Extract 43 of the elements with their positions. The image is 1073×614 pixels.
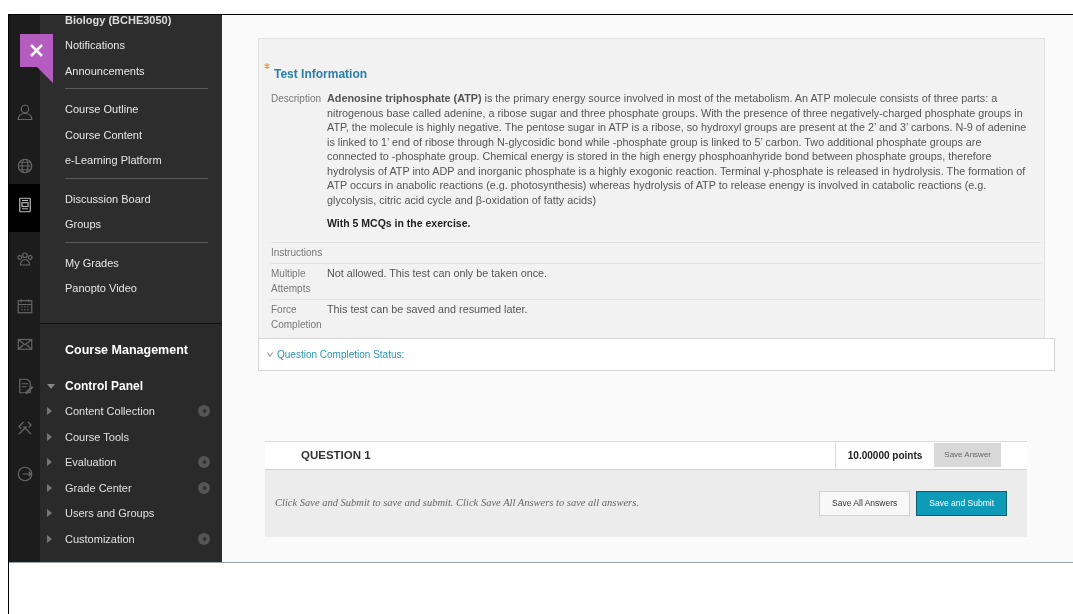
nav-link[interactable]: e-Learning Platform: [65, 148, 208, 174]
nav-link[interactable]: Course Outline: [65, 97, 208, 123]
save-answer-button[interactable]: Save Answer: [934, 443, 1001, 468]
description-text: Adenosine triphosphate (ATP) is the primary energy source involved in most of the metabolism. An ATP molecule consists of three parts: a nitrogenous base called adenine, a ribose sugar and three phosphate groups. With the presence of three negatively-charged phosphate groups in ATP, the molecule is highly negative. The pentose sugar in ATP is a ribose, so hydroxyl groups are present at the 2’ and 3’ carbons. N-9 of adenine is linked to 1’ end of ribose through N-glycosidic bond while -phosphate group is linked to 5’ carbon. Two additional phosphate groups are connected to -phosphate group. Chemical energy is stored in the high energy phosphoanhyride bond between phosphate groups, therefore hydrolysis of ATP into ADP and inorganic phosphate is a highly exogonic reaction. Terminal γ-phosphate is released in hydrolysis. The formation of ATP occurs in anabolic reactions (e.g. photosynthesis) whereas hydrolysis of ATP to release enengy is involved in catabolic reactions (e.g. glycolysis, citric acid cycle and β-oxidation of fatty acids): [327, 91, 1028, 207]
nav-link[interactable]: Discussion Board: [65, 186, 208, 212]
status-link[interactable]: Question Completion Status:: [277, 346, 405, 362]
calendar-icon[interactable]: [16, 297, 34, 315]
field-value: Not allowed. This test can only be taken once.: [327, 265, 549, 281]
logout-icon[interactable]: [16, 465, 34, 483]
question-title: QUESTION 1: [300, 447, 372, 463]
close-button[interactable]: [20, 34, 53, 83]
tree-item[interactable]: Evaluation: [65, 454, 198, 471]
globe-icon[interactable]: [16, 157, 34, 175]
field-label: Multiple Attempts: [271, 266, 312, 296]
chevron-down-icon[interactable]: [267, 351, 273, 357]
nav-link[interactable]: Notifications: [65, 33, 208, 59]
user-icon[interactable]: [16, 103, 34, 121]
field-label: Force Completion: [271, 302, 323, 332]
document-icon[interactable]: [16, 196, 34, 214]
tree-item[interactable]: Course Tools: [65, 428, 210, 445]
course-title[interactable]: Biology (BCHE3050): [65, 15, 208, 29]
nav-link[interactable]: Announcements: [65, 58, 208, 84]
save-all-button[interactable]: Save All Answers: [819, 490, 911, 516]
nav-link[interactable]: My Grades: [65, 250, 208, 276]
nav-link[interactable]: Course Content: [65, 122, 208, 148]
edit-document-icon[interactable]: [16, 377, 34, 395]
nav-link[interactable]: Groups: [65, 212, 208, 238]
tree-item[interactable]: Grade Center: [65, 479, 198, 496]
nav-link[interactable]: Panopto Video: [65, 276, 208, 302]
tree-item[interactable]: Control Panel: [65, 377, 143, 395]
field-label: Instructions: [271, 245, 324, 260]
field-label: Description: [271, 92, 323, 106]
tree-item[interactable]: Content Collection: [65, 403, 198, 420]
required-mark-icon: [264, 63, 270, 69]
tree-item[interactable]: Users and Groups: [65, 505, 210, 522]
section-heading: Course Management: [65, 341, 189, 359]
tools-icon[interactable]: [16, 419, 34, 437]
tree-item[interactable]: Customization: [65, 530, 198, 547]
instruction-text: Click Save and Submit to save and submit. Click Save All Answers to save all answers.: [275, 496, 640, 511]
section-title: Test Information: [274, 66, 368, 83]
field-value: This test can be saved and resumed later.: [327, 301, 529, 317]
exercise-note: With 5 MCQs in the exercise.: [327, 216, 472, 231]
people-icon[interactable]: [16, 250, 34, 268]
